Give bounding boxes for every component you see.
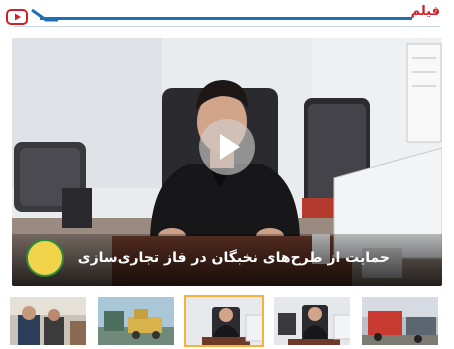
play-icon [220, 134, 240, 160]
thumbnail-strip [8, 295, 448, 347]
thumbnail-4[interactable] [272, 295, 352, 347]
header-rule [14, 26, 440, 27]
section-header: فیلم [0, 0, 454, 30]
thumbnail-4-image [274, 297, 350, 345]
thumbnail-2-image [98, 297, 174, 345]
thumbnail-3[interactable] [184, 295, 264, 347]
video-caption[interactable]: حمایت از طرح‌های نخبگان در فاز تجاری‌ساز… [78, 250, 390, 266]
header-divider [40, 17, 392, 20]
thumbnail-5[interactable] [360, 295, 440, 347]
thumbnail-1-image [10, 297, 86, 345]
youtube-play-icon[interactable] [6, 9, 28, 25]
thumbnail-1[interactable] [8, 295, 88, 347]
channel-logo [26, 239, 64, 277]
play-button[interactable] [199, 119, 255, 175]
thumbnail-2[interactable] [96, 295, 176, 347]
featured-video[interactable]: حمایت از طرح‌های نخبگان در فاز تجاری‌ساز… [12, 38, 442, 286]
thumbnail-3-image [186, 297, 262, 345]
header-divider-accent [392, 17, 412, 20]
section-title[interactable]: فیلم [411, 4, 440, 19]
thumbnail-5-image [362, 297, 438, 345]
